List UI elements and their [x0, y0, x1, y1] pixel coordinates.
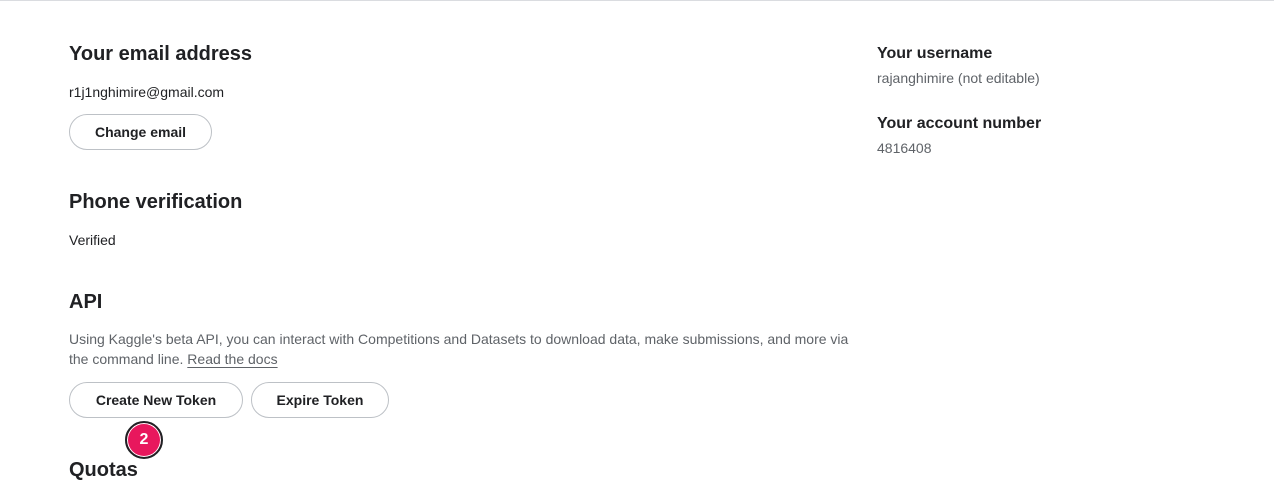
- account-number-title: Your account number: [877, 115, 1042, 132]
- expire-token-button[interactable]: Expire Token: [251, 382, 389, 418]
- email-section-title: Your email address: [69, 43, 253, 65]
- phone-section-title: Phone verification: [69, 191, 243, 213]
- api-description: Using Kaggle's beta API, you can interac…: [69, 329, 859, 369]
- quotas-section-title: Quotas: [69, 459, 138, 481]
- username-value: rajanghimire (not editable): [877, 70, 1040, 86]
- account-number-value: 4816408: [877, 140, 932, 156]
- step-number-badge: 2: [125, 421, 163, 459]
- change-email-button[interactable]: Change email: [69, 114, 212, 150]
- api-section-title: API: [69, 291, 103, 313]
- create-new-token-button[interactable]: Create New Token: [69, 382, 243, 418]
- api-description-text: Using Kaggle's beta API, you can interac…: [69, 331, 849, 367]
- email-value: r1j1nghimire@gmail.com: [69, 84, 225, 100]
- username-title: Your username: [877, 45, 993, 62]
- read-docs-link[interactable]: Read the docs: [187, 351, 277, 367]
- phone-status: Verified: [69, 232, 116, 248]
- account-settings-page: Your email address r1j1nghimire@gmail.co…: [0, 0, 1274, 486]
